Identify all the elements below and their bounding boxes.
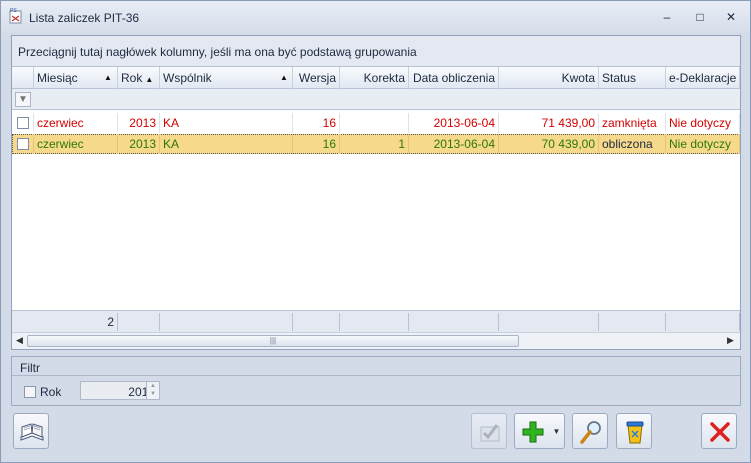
close-window-button[interactable]: ✕ [721, 9, 741, 25]
add-button[interactable] [514, 413, 550, 449]
group-by-hint: Przeciągnij tutaj nagłówek kolumny, jeśl… [18, 45, 417, 59]
cell-status: obliczona [599, 134, 666, 154]
header-miesiac-label: Miesiąc [37, 71, 78, 85]
footer-row-count: 2 [12, 313, 118, 331]
row-select[interactable] [12, 113, 34, 133]
group-by-panel[interactable]: Przeciągnij tutaj nagłówek kolumny, jeśl… [12, 36, 740, 67]
scrollbar-thumb[interactable]: ||| [27, 335, 519, 347]
preview-button[interactable] [572, 413, 608, 449]
sort-icon: ▲ [104, 73, 112, 82]
table-row-selected[interactable]: czerwiec 2013 KA 16 1 2013-06-04 70 439,… [12, 134, 740, 154]
close-button[interactable] [701, 413, 737, 449]
sort-icon: ▲ [145, 75, 154, 84]
rok-checkbox[interactable] [24, 386, 36, 398]
footer-cell [340, 313, 409, 331]
horizontal-scrollbar[interactable]: ◀ ||| ▶ [12, 332, 740, 349]
cell-kwota: 71 439,00 [499, 113, 599, 133]
summary-footer-row: 2 [12, 310, 740, 332]
footer-cell [118, 313, 160, 331]
app-icon: PS [9, 8, 22, 24]
checkmark-icon [480, 424, 500, 442]
cell-kwota: 70 439,00 [499, 134, 599, 154]
sort-icon: ▲ [280, 73, 288, 82]
cell-data-obliczenia: 2013-06-04 [409, 134, 499, 154]
cell-korekta [340, 113, 409, 133]
header-e-deklaracje[interactable]: e-Deklaracje [666, 67, 740, 89]
add-dropdown-arrow[interactable]: ▼ [549, 413, 565, 449]
cell-rok: 2013 [118, 134, 160, 154]
trash-icon [626, 421, 644, 444]
cell-status: zamknięta [599, 113, 666, 133]
scroll-right-icon[interactable]: ▶ [727, 335, 734, 346]
cell-e-deklaracje: Nie dotyczy [666, 113, 740, 133]
footer-cell [666, 313, 740, 331]
cell-miesiac: czerwiec [34, 134, 118, 154]
confirm-button[interactable] [471, 413, 507, 449]
rok-label: Rok [40, 385, 62, 399]
header-rok[interactable]: Rok ▲ [118, 67, 160, 89]
cell-wersja: 16 [293, 134, 340, 154]
window: PS Lista zaliczek PIT-36 – □ ✕ Przeciągn… [0, 0, 751, 463]
close-x-icon [710, 422, 730, 442]
row-select[interactable] [12, 134, 34, 154]
title-bar: PS Lista zaliczek PIT-36 – □ ✕ [1, 1, 750, 33]
cell-wspolnik: KA [160, 134, 293, 154]
header-wspolnik[interactable]: Wspólnik ▲ [160, 67, 293, 89]
cell-data-obliczenia: 2013-06-04 [409, 113, 499, 133]
data-grid: Przeciągnij tutaj nagłówek kolumny, jeśl… [11, 35, 741, 350]
filter-icon[interactable]: ▼ [15, 92, 31, 107]
cell-miesiac: czerwiec [34, 113, 118, 133]
cell-rok: 2013 [118, 113, 160, 133]
magnifier-icon [580, 421, 601, 444]
header-wersja[interactable]: Wersja [293, 67, 340, 89]
cell-wspolnik: KA [160, 113, 293, 133]
open-book-button[interactable] [13, 413, 49, 449]
row-checkbox[interactable] [17, 117, 29, 129]
auto-filter-row[interactable]: ▼ [12, 89, 740, 110]
footer-cell [409, 313, 499, 331]
cell-korekta: 1 [340, 134, 409, 154]
plus-icon [522, 421, 544, 443]
filter-groupbox: Filtr Rok 2013 ▲ ▼ [11, 356, 741, 406]
footer-cell [499, 313, 599, 331]
header-korekta[interactable]: Korekta [340, 67, 409, 89]
header-miesiac[interactable]: Miesiąc ▲ [34, 67, 118, 89]
footer-cell [293, 313, 340, 331]
header-data-obliczenia[interactable]: Data obliczenia [409, 67, 499, 89]
cell-e-deklaracje: Nie dotyczy [666, 134, 740, 154]
footer-cell [160, 313, 293, 331]
filter-title: Filtr [20, 361, 40, 375]
header-wspolnik-label: Wspólnik [163, 71, 212, 85]
footer-cell [599, 313, 666, 331]
filter-divider [12, 375, 740, 376]
header-status[interactable]: Status [599, 67, 666, 89]
column-header-row: Miesiąc ▲ Rok ▲ Wspólnik ▲ Wersja Korekta… [12, 67, 740, 89]
book-icon [20, 423, 44, 441]
row-checkbox[interactable] [17, 138, 29, 150]
rok-spinner[interactable]: ▲ ▼ [146, 381, 160, 400]
scroll-left-icon[interactable]: ◀ [16, 335, 23, 346]
window-title: Lista zaliczek PIT-36 [29, 11, 140, 25]
maximize-button[interactable]: □ [690, 9, 710, 25]
header-kwota[interactable]: Kwota [499, 67, 599, 89]
svg-text:PS: PS [10, 8, 17, 14]
table-row[interactable]: czerwiec 2013 KA 16 2013-06-04 71 439,00… [12, 113, 740, 133]
header-select [12, 67, 34, 89]
header-rok-label: Rok [121, 71, 143, 85]
grip-icon: ||| [269, 336, 277, 345]
minimize-button[interactable]: – [657, 9, 677, 25]
cell-wersja: 16 [293, 113, 340, 133]
delete-button[interactable] [616, 413, 652, 449]
